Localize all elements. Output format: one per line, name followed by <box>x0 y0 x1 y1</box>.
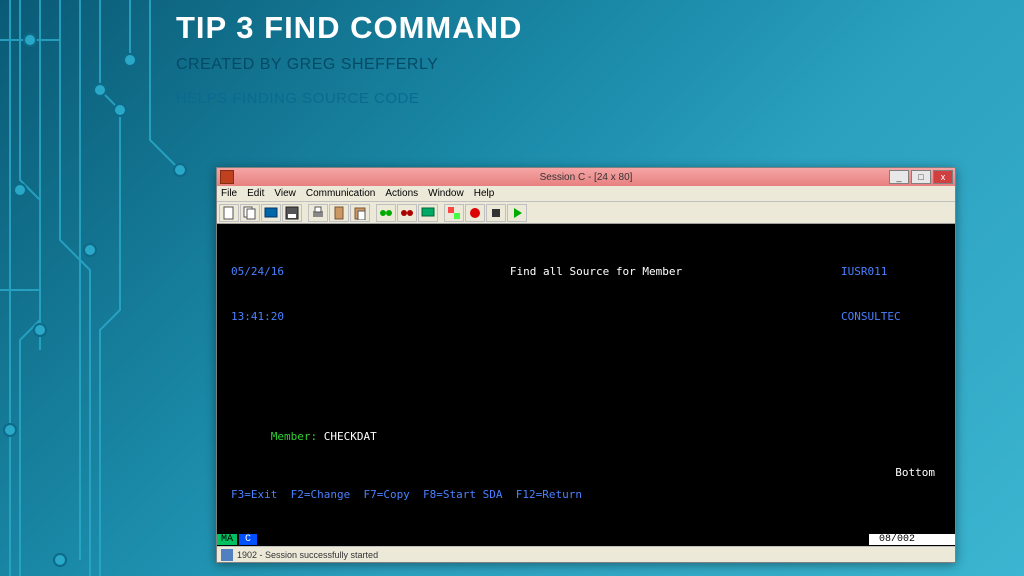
toolbar-btn-14[interactable] <box>507 204 527 222</box>
toolbar-btn-2[interactable] <box>240 204 260 222</box>
footer-icon <box>221 549 233 561</box>
cursor-position: 08/002 <box>869 534 955 545</box>
stop-icon <box>489 206 503 220</box>
screen-date: 05/24/16 <box>231 264 351 279</box>
slide-author: CREATED BY GREG SHEFFERLY <box>176 56 438 74</box>
menu-communication[interactable]: Communication <box>306 188 375 199</box>
maximize-button[interactable]: □ <box>911 170 931 184</box>
menu-window[interactable]: Window <box>428 188 464 199</box>
member-value: CHECKDAT <box>324 430 377 443</box>
toolbar <box>217 202 955 224</box>
menu-help[interactable]: Help <box>474 188 495 199</box>
toolbar-btn-12[interactable] <box>465 204 485 222</box>
paste-icon <box>353 206 367 220</box>
menu-actions[interactable]: Actions <box>385 188 418 199</box>
page-icon <box>222 206 236 220</box>
member-label: Member: <box>271 430 317 443</box>
window-title: Session C - [24 x 80] <box>540 172 633 183</box>
screen-time: 13:41:20 <box>231 309 351 324</box>
screen-title: Find all Source for Member <box>351 264 841 279</box>
toolbar-btn-4[interactable] <box>282 204 302 222</box>
slide-title: TIP 3 FIND COMMAND <box>176 10 522 46</box>
menu-bar: File Edit View Communication Actions Win… <box>217 186 955 202</box>
slide-subtitle: HELPS FINDING SOURCE CODE <box>176 90 419 107</box>
status-ma: MA <box>217 534 237 545</box>
toolbar-btn-5[interactable] <box>308 204 328 222</box>
connect-icon <box>379 206 393 220</box>
copy-icon <box>243 206 257 220</box>
toolbar-btn-8[interactable] <box>376 204 396 222</box>
color-icon <box>447 206 461 220</box>
menu-file[interactable]: File <box>221 188 237 199</box>
status-line: MA C 08/002 <box>217 532 955 546</box>
toolbar-btn-7[interactable] <box>350 204 370 222</box>
screen-user: IUSR011 <box>841 264 941 279</box>
pager-bottom: Bottom <box>895 465 935 480</box>
toolbar-btn-1[interactable] <box>219 204 239 222</box>
toolbar-btn-6[interactable] <box>329 204 349 222</box>
print-icon <box>311 206 325 220</box>
toolbar-btn-10[interactable] <box>418 204 438 222</box>
minimize-button[interactable]: _ <box>889 170 909 184</box>
toolbar-btn-3[interactable] <box>261 204 281 222</box>
toolbar-btn-9[interactable] <box>397 204 417 222</box>
menu-view[interactable]: View <box>274 188 296 199</box>
clipboard-icon <box>332 206 346 220</box>
app-icon <box>220 170 234 184</box>
terminal-window: Session C - [24 x 80] _ □ x File Edit Vi… <box>216 167 956 563</box>
footer-bar: 1902 - Session successfully started <box>217 546 955 562</box>
disk-icon <box>285 206 299 220</box>
toolbar-btn-13[interactable] <box>486 204 506 222</box>
close-button[interactable]: x <box>933 170 953 184</box>
screen-system: CONSULTEC <box>841 309 941 324</box>
display-icon <box>421 206 435 220</box>
menu-edit[interactable]: Edit <box>247 188 264 199</box>
status-c: C <box>239 534 257 545</box>
screen-icon <box>264 206 278 220</box>
window-titlebar[interactable]: Session C - [24 x 80] _ □ x <box>217 168 955 186</box>
disconnect-icon <box>400 206 414 220</box>
toolbar-btn-11[interactable] <box>444 204 464 222</box>
footer-status: 1902 - Session successfully started <box>237 550 378 560</box>
function-keys: F3=Exit F2=Change F7=Copy F8=Start SDA F… <box>231 487 582 502</box>
record-icon <box>468 206 482 220</box>
play-icon <box>510 206 524 220</box>
terminal-screen[interactable]: 05/24/16 Find all Source for Member IUSR… <box>217 224 955 532</box>
